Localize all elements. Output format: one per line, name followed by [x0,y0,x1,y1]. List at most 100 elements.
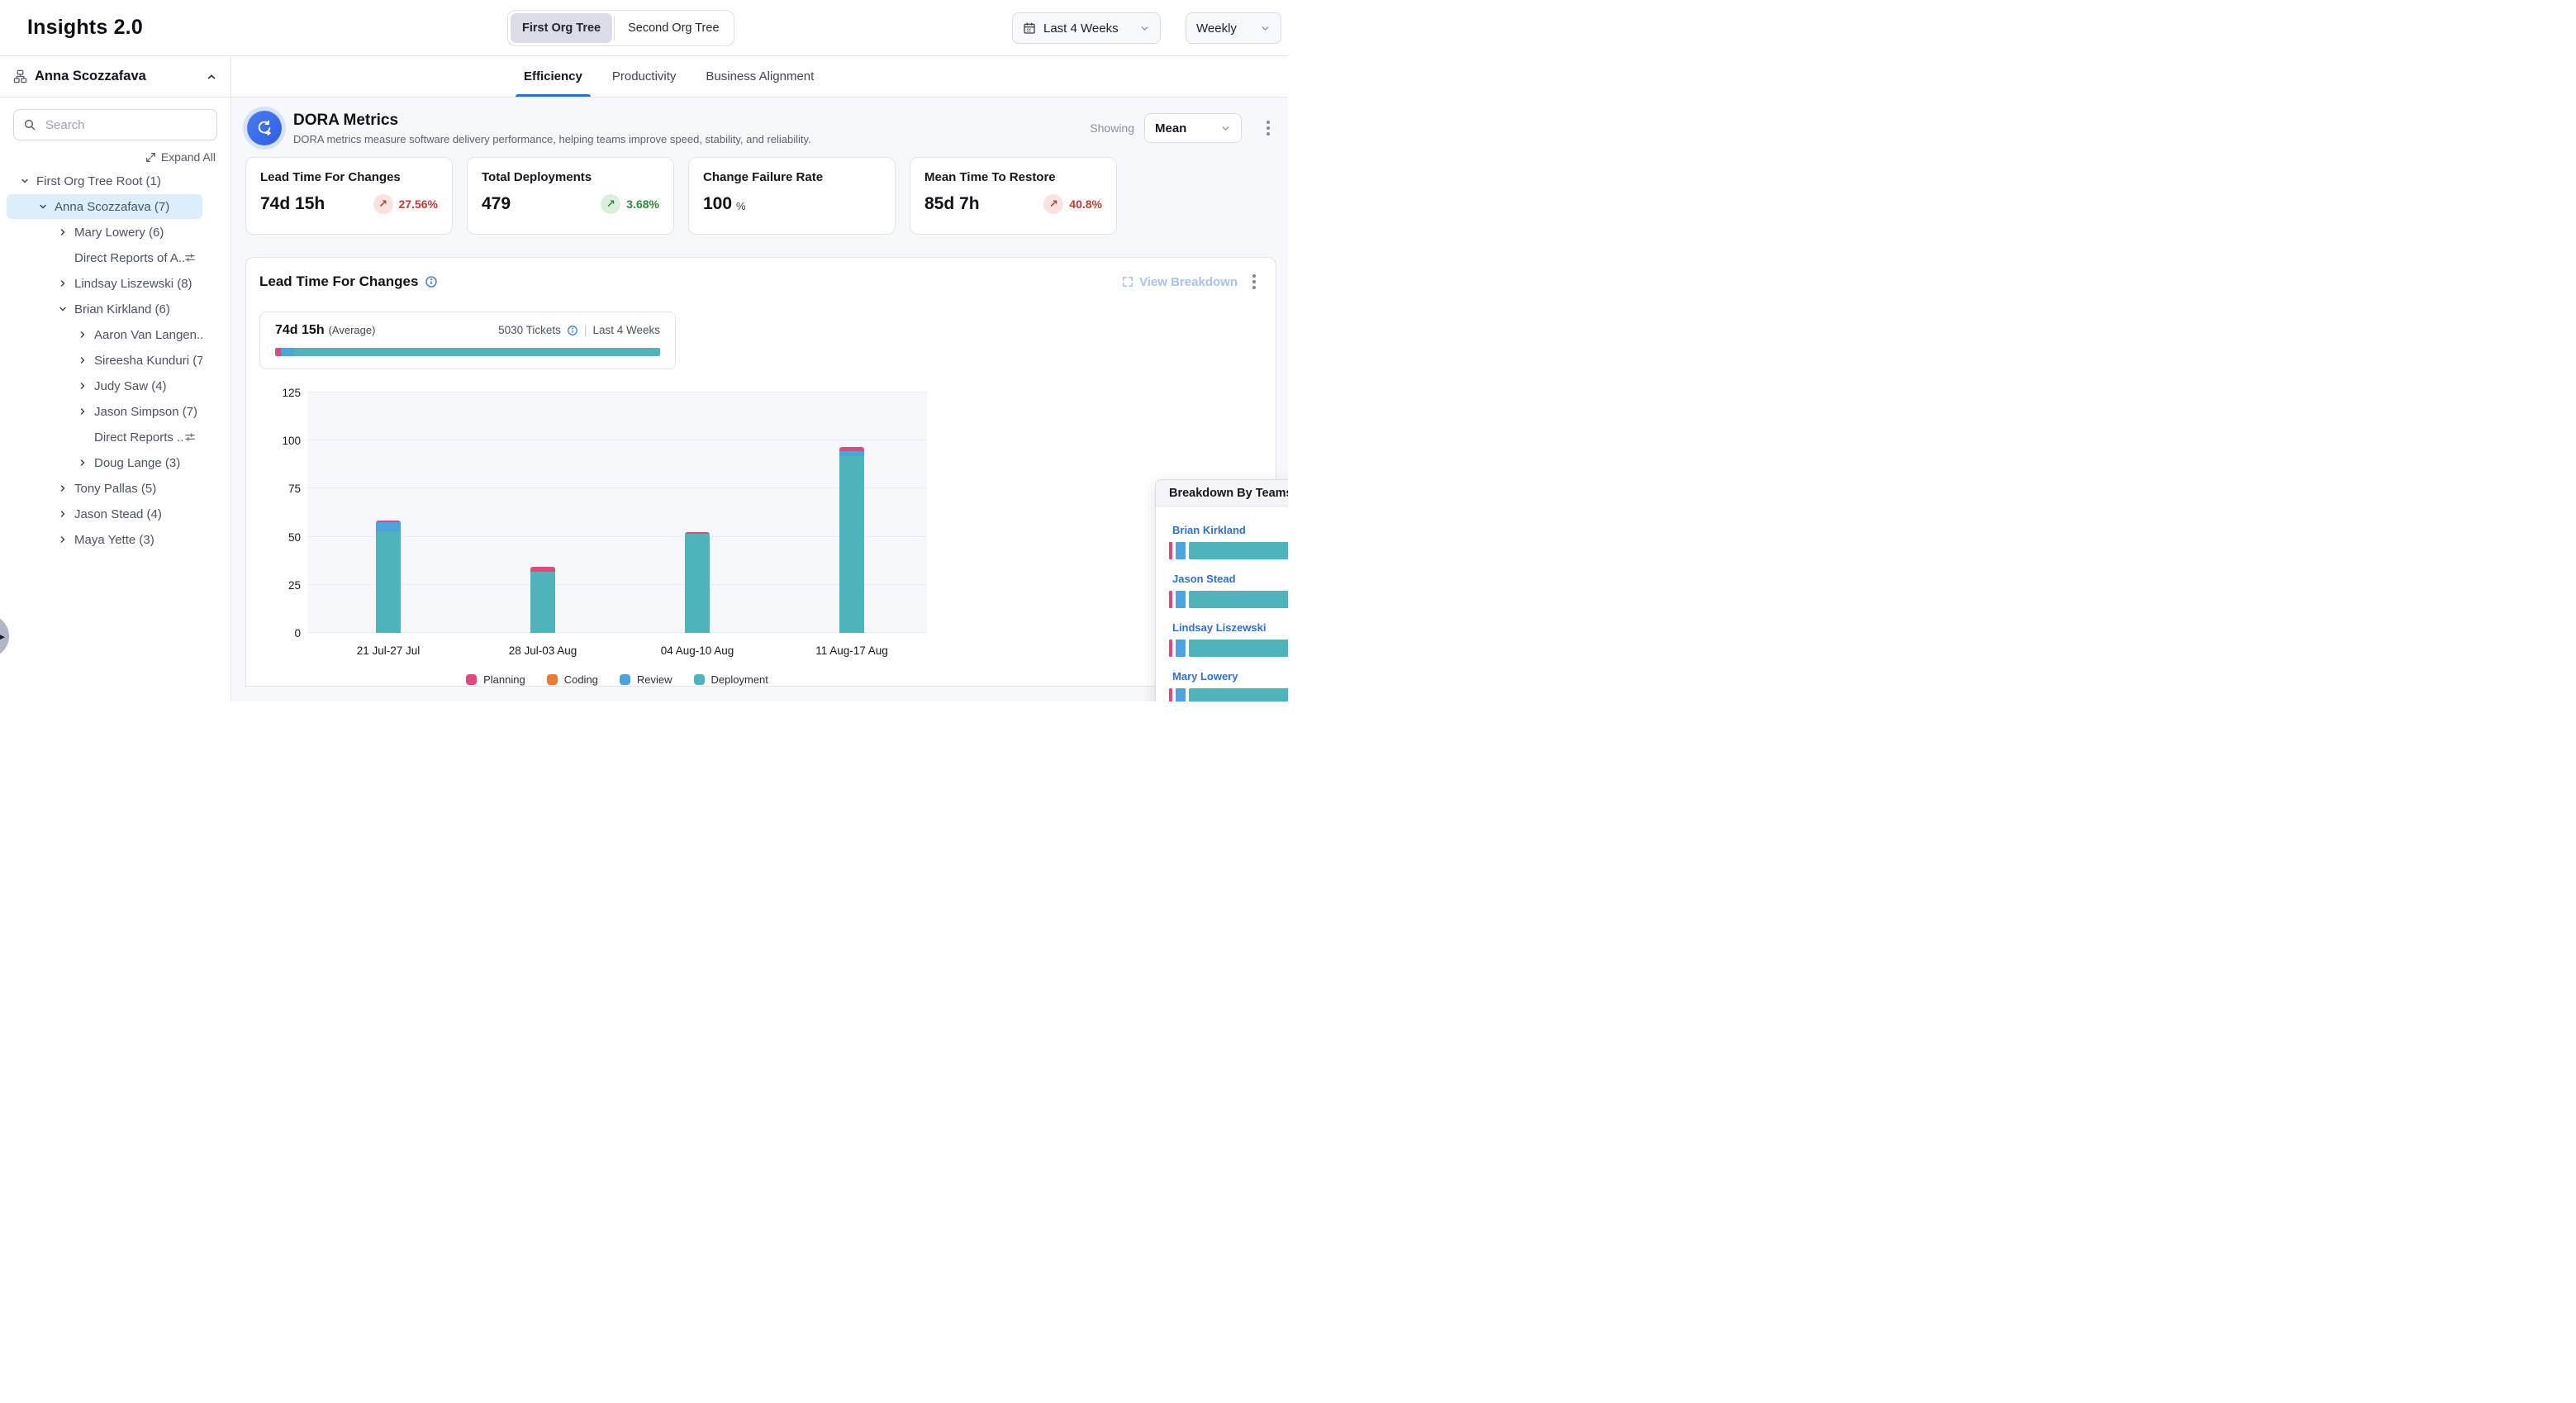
tab-business-alignment[interactable]: Business Alignment [701,56,819,97]
x-axis-label: 28 Jul-03 Aug [477,644,609,657]
collapse-sidebar-chevron[interactable] [206,71,217,83]
metric-card-total-deployments: Total Deployments479↗3.68% [467,157,674,235]
tree-item-label: Jason Stead (4) [74,507,162,521]
toggle-second-org-tree[interactable]: Second Org Tree [616,13,730,43]
tree-item-label: Mary Lowery (6) [74,226,164,240]
bar-segment-deployment [1189,640,1288,657]
tree-item-jason-simpson-7[interactable]: Jason Simpson (7) [7,399,202,424]
tree-item-brian-kirkland-6[interactable]: Brian Kirkland (6) [7,297,202,321]
trend-up-arrow-icon: ↗ [1043,194,1063,214]
info-icon[interactable] [425,275,438,288]
chevron-right-icon [76,381,89,391]
y-axis-tick-label: 125 [268,387,301,399]
team-name-link[interactable]: Jason Stead [1172,573,1236,585]
chevron-right-icon [76,458,89,468]
tree-item-label: Doug Lange (3) [94,456,180,470]
org-tree-toggle: First Org Tree Second Org Tree [507,10,734,46]
x-axis-label: 04 Aug-10 Aug [631,644,763,657]
team-stacked-bar: 74d 15h [1169,640,1288,657]
team-row-lindsay-liszewski: Lindsay Liszewski 74d 15h [1169,621,1288,657]
tree-item-label: Jason Simpson (7) [94,405,197,419]
y-axis-tick-label: 100 [268,435,301,447]
tree-item-anna-scozzafava-7[interactable]: Anna Scozzafava (7) [7,194,202,219]
trend-badge: ↗40.8% [1043,194,1102,214]
chevron-down-icon [36,202,50,212]
tree-item-label: Direct Reports ... [94,430,184,445]
trend-badge: ↗27.56% [373,194,438,214]
tab-productivity[interactable]: Productivity [607,56,682,97]
chart-bar-28-jul-03-aug[interactable] [530,567,555,633]
legend-label: Review [637,673,673,686]
dora-kebab-menu[interactable] [1260,116,1276,140]
tree-item-label: Sireesha Kunduri (7) [94,354,202,368]
filter-icon[interactable] [184,431,196,443]
tree-item-sireesha-kunduri-7[interactable]: Sireesha Kunduri (7) [7,348,202,373]
team-stacked-bar: 74d 15h [1169,591,1288,608]
chart-bar-04-aug-10-aug[interactable] [685,532,710,633]
chevron-down-icon [56,304,69,314]
team-row-mary-lowery: Mary Lowery74d 15h [1169,669,1288,702]
tree-item-maya-yette-3[interactable]: Maya Yette (3) [7,527,202,552]
tab-efficiency[interactable]: Efficiency [519,56,587,97]
tree-item-tony-pallas-5[interactable]: Tony Pallas (5) [7,476,202,501]
toggle-first-org-tree[interactable]: First Org Tree [511,13,612,43]
tree-item-judy-saw-4[interactable]: Judy Saw (4) [7,373,202,398]
lead-time-kebab-menu[interactable] [1246,269,1262,294]
team-name-link[interactable]: Lindsay Liszewski [1172,621,1266,634]
org-tree: First Org Tree Root (1)Anna Scozzafava (… [0,169,231,552]
app-title: Insights 2.0 [27,16,143,40]
sidebar-collapse-handle[interactable]: ▶ [0,615,9,658]
trend-up-arrow-icon: ↗ [373,194,393,214]
trend-up-arrow-icon: ↗ [601,194,620,214]
tree-item-lindsay-liszewski-8[interactable]: Lindsay Liszewski (8) [7,271,202,296]
tree-item-direct-reports-of-a[interactable]: Direct Reports of A... [7,245,202,270]
granularity-dropdown[interactable]: Weekly [1186,12,1281,44]
metric-card-mean-time-to-restore: Mean Time To Restore85d 7h↗40.8% [910,157,1117,235]
tree-item-jason-stead-4[interactable]: Jason Stead (4) [7,502,202,526]
showing-mean-dropdown[interactable]: Mean [1144,113,1242,143]
team-row-brian-kirkland: Brian Kirkland74d 15h [1169,523,1288,559]
tree-item-label: Tony Pallas (5) [74,482,156,496]
metric-value: 100 [703,194,732,214]
info-icon[interactable] [567,325,578,336]
chart-legend: PlanningCodingReviewDeployment [307,673,927,686]
y-axis-tick-label: 75 [268,483,301,495]
view-breakdown-label: View Breakdown [1139,275,1238,289]
date-range-dropdown[interactable]: Last 4 Weeks [1012,12,1161,44]
trend-badge: ↗ 3.68% [601,194,659,214]
average-label: (Average) [329,324,376,336]
tabs-bar: Efficiency Productivity Business Alignme… [231,56,1288,97]
metric-title: Lead Time For Changes [260,170,438,184]
toggle-divider [614,16,615,40]
tickets-count: 5030 Tickets [498,324,561,336]
top-bar: Insights 2.0 First Org Tree Second Org T… [0,0,1288,56]
tree-item-mary-lowery-6[interactable]: Mary Lowery (6) [7,220,202,245]
summary-segment-deployment [293,348,660,356]
expand-all-button[interactable]: Expand All [0,150,216,164]
chevron-down-icon [1220,123,1231,134]
tree-item-first-org-tree-root-1[interactable]: First Org Tree Root (1) [7,169,202,193]
search-icon [23,118,36,131]
showing-value: Mean [1155,121,1186,136]
calendar-icon [1023,21,1036,35]
average-value: 74d 15h [275,323,325,338]
team-row-jason-stead: Jason Stead 74d 15h [1169,572,1288,608]
tree-item-direct-reports[interactable]: Direct Reports ... [7,425,202,449]
y-axis-tick-label: 50 [268,531,301,544]
legend-item-review: Review [620,673,673,686]
filter-icon[interactable] [184,252,196,264]
chevron-right-icon [76,407,89,416]
chart-bar-11-aug-17-aug[interactable] [839,447,864,633]
tree-item-aaron-van-langen[interactable]: Aaron Van Langen... [7,322,202,347]
tree-item-doug-lange-3[interactable]: Doug Lange (3) [7,450,202,475]
trend-delta: 3.68% [626,197,659,211]
chart-bar-21-jul-27-jul[interactable] [376,521,401,633]
team-name-link[interactable]: Brian Kirkland [1172,524,1246,536]
legend-swatch [620,674,630,685]
divider: | [584,324,587,336]
team-name-link[interactable]: Mary Lowery [1172,670,1238,682]
view-breakdown-button[interactable]: View Breakdown [1122,275,1238,289]
search-input[interactable] [13,109,217,140]
legend-swatch [547,674,558,685]
tree-item-label: Direct Reports of A... [74,251,184,265]
